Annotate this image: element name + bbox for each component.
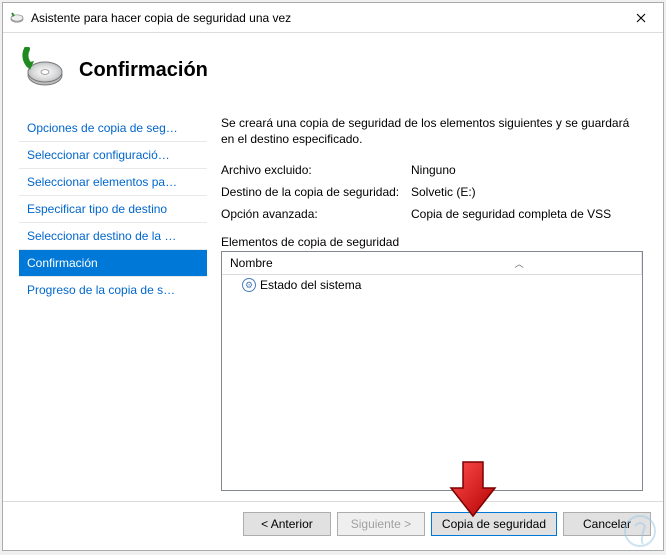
row-excluded-file: Archivo excluido: Ninguno	[221, 163, 643, 177]
back-button[interactable]: < Anterior	[243, 512, 331, 536]
label-excluded-file: Archivo excluido:	[221, 163, 411, 177]
wizard-header: Confirmación	[3, 33, 663, 109]
sidebar-item-items[interactable]: Seleccionar elementos pa…	[19, 169, 207, 196]
wizard-steps-sidebar: Opciones de copia de seg… Seleccionar co…	[19, 109, 207, 501]
wizard-body: Opciones de copia de seg… Seleccionar co…	[3, 109, 663, 501]
close-button[interactable]	[619, 3, 663, 32]
window-title: Asistente para hacer copia de seguridad …	[31, 11, 619, 25]
system-state-icon: ⚙	[242, 278, 256, 292]
titlebar: Asistente para hacer copia de seguridad …	[3, 3, 663, 33]
main-panel: Se creará una copia de seguridad de los …	[207, 109, 653, 501]
sidebar-item-dest-type[interactable]: Especificar tipo de destino	[19, 196, 207, 223]
row-advanced: Opción avanzada: Copia de seguridad comp…	[221, 207, 643, 221]
sidebar-item-progress[interactable]: Progreso de la copia de s…	[19, 277, 207, 303]
backup-button[interactable]: Copia de seguridad	[431, 512, 557, 536]
wizard-footer: < Anterior Siguiente > Copia de segurida…	[3, 501, 663, 550]
watermark-icon	[623, 514, 657, 548]
sidebar-item-options[interactable]: Opciones de copia de seg…	[19, 115, 207, 142]
page-title: Confirmación	[79, 59, 208, 82]
backup-disc-icon	[19, 47, 65, 93]
value-advanced: Copia de seguridad completa de VSS	[411, 207, 643, 221]
column-header-name-text: Nombre	[230, 256, 273, 270]
list-header: Nombre ︿	[222, 252, 642, 275]
value-destination: Solvetic (E:)	[411, 185, 643, 199]
window-controls	[619, 3, 663, 32]
column-header-name[interactable]: Nombre ︿	[222, 252, 642, 274]
list-label: Elementos de copia de seguridad	[221, 235, 643, 249]
sidebar-item-config[interactable]: Seleccionar configuració…	[19, 142, 207, 169]
sidebar-item-confirm[interactable]: Confirmación	[19, 250, 207, 277]
sidebar-item-dest[interactable]: Seleccionar destino de la …	[19, 223, 207, 250]
backup-items-list[interactable]: Nombre ︿ ⚙ Estado del sistema	[221, 251, 643, 491]
next-button: Siguiente >	[337, 512, 425, 536]
description-text: Se creará una copia de seguridad de los …	[221, 115, 643, 147]
label-destination: Destino de la copia de seguridad:	[221, 185, 411, 199]
list-item[interactable]: ⚙ Estado del sistema	[222, 275, 642, 295]
label-advanced: Opción avanzada:	[221, 207, 411, 221]
value-excluded-file: Ninguno	[411, 163, 643, 177]
row-destination: Destino de la copia de seguridad: Solvet…	[221, 185, 643, 199]
list-item-label: Estado del sistema	[260, 278, 361, 292]
app-icon	[9, 10, 25, 26]
sort-caret-icon: ︿	[515, 257, 524, 270]
wizard-window: Asistente para hacer copia de seguridad …	[2, 2, 664, 551]
